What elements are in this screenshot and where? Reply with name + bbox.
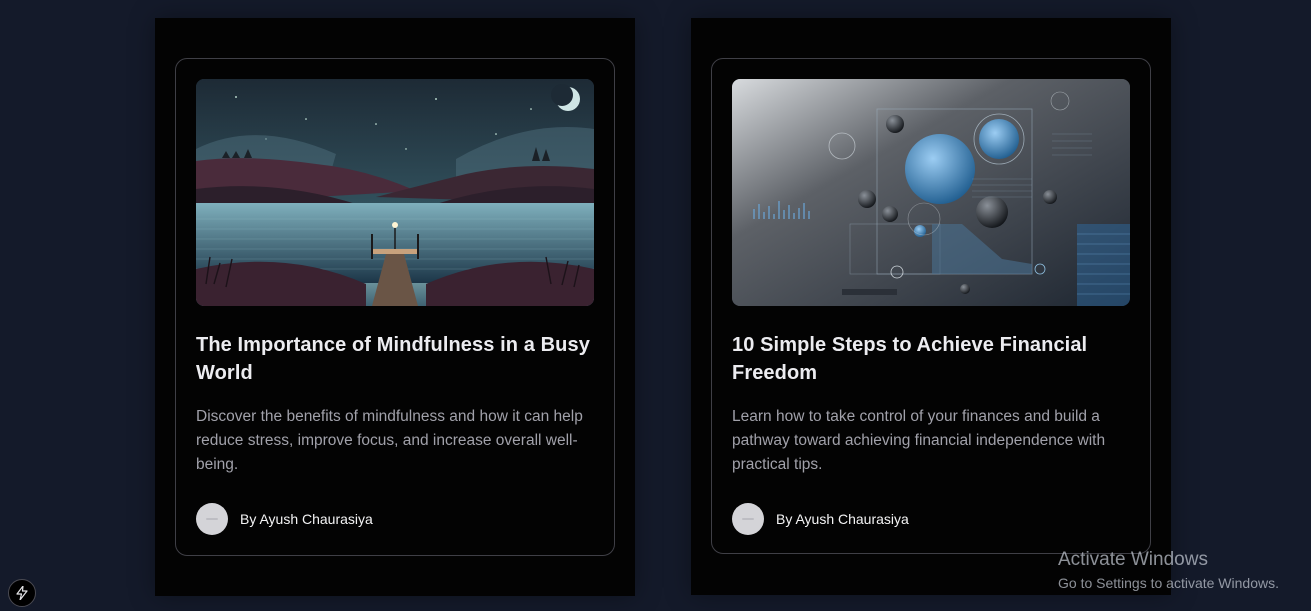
author-name: By Ayush Chaurasiya	[240, 510, 373, 527]
post-title[interactable]: The Importance of Mindfulness in a Busy …	[196, 331, 594, 387]
post-image	[732, 79, 1130, 306]
activate-windows-watermark: Activate Windows Go to Settings to activ…	[1058, 548, 1279, 593]
post-author: By Ayush Chaurasiya	[196, 502, 373, 535]
post-description: Learn how to take control of your financ…	[732, 408, 1106, 473]
watermark-subtitle: Go to Settings to activate Windows.	[1058, 575, 1279, 591]
lightning-bolt-icon[interactable]	[8, 579, 36, 607]
night-lake-illustration	[196, 79, 594, 306]
blog-panel-mindfulness: The Importance of Mindfulness in a Busy …	[155, 18, 635, 596]
post-image	[196, 79, 594, 306]
post-title[interactable]: 10 Simple Steps to Achieve Financial Fre…	[732, 331, 1130, 387]
post-author: By Ayush Chaurasiya	[732, 502, 909, 535]
avatar	[732, 502, 764, 535]
post-description: Discover the benefits of mindfulness and…	[196, 408, 583, 473]
blog-card[interactable]: 10 Simple Steps to Achieve Financial Fre…	[711, 58, 1151, 554]
page: The Importance of Mindfulness in a Busy …	[0, 0, 1311, 611]
watermark-title: Activate Windows	[1058, 549, 1208, 570]
blog-card[interactable]: The Importance of Mindfulness in a Busy …	[175, 58, 615, 556]
blog-panel-finance: 10 Simple Steps to Achieve Financial Fre…	[691, 18, 1171, 595]
abstract-finance-illustration	[732, 79, 1130, 306]
avatar	[196, 502, 228, 535]
author-name: By Ayush Chaurasiya	[776, 510, 909, 527]
lightning-bolt-glyph	[16, 586, 28, 600]
